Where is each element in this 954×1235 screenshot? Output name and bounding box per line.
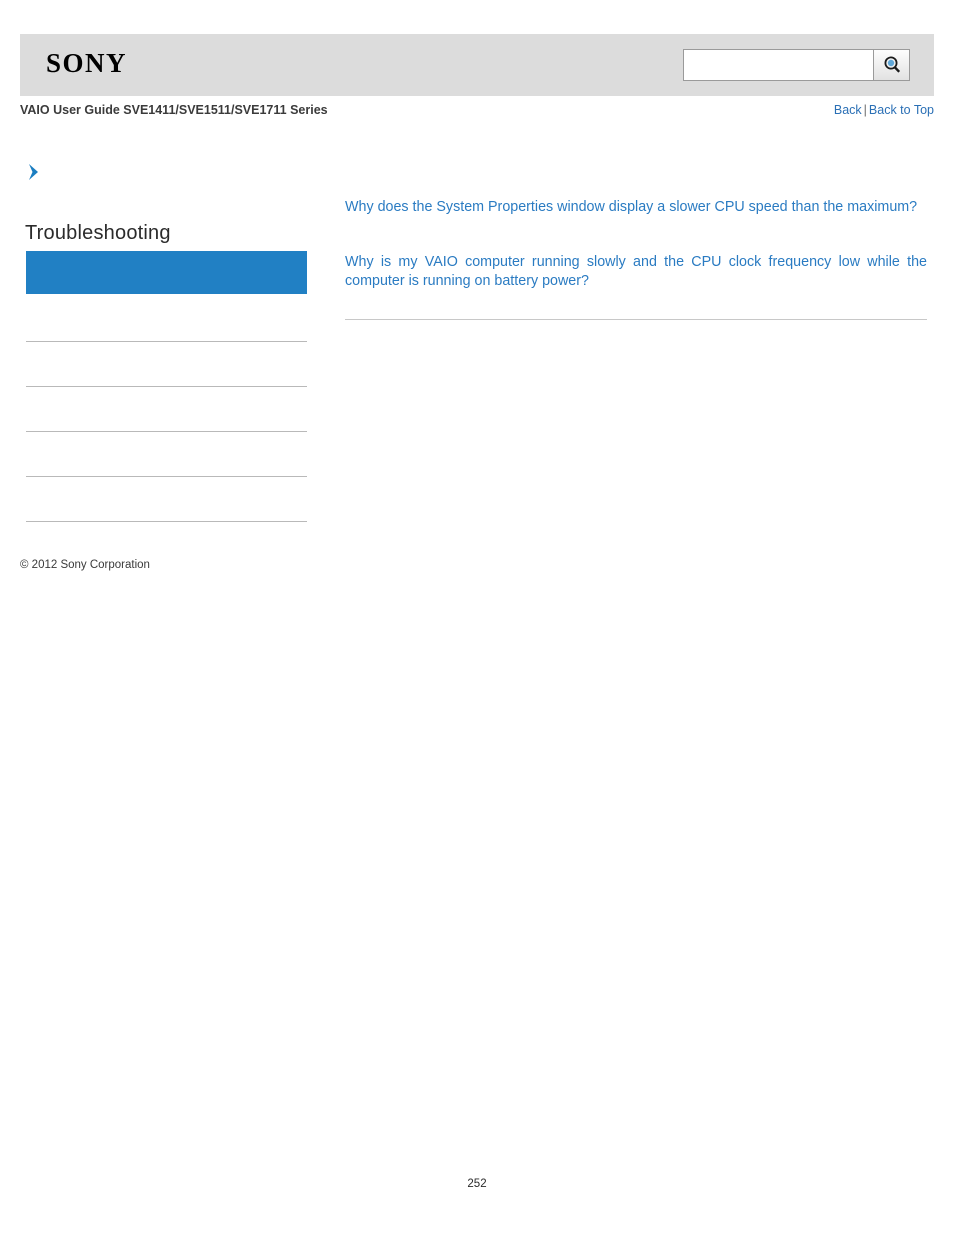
header-nav: Back | Back to Top	[834, 103, 934, 117]
faq-link-battery-clock[interactable]: Why is my VAIO computer running slowly a…	[345, 253, 927, 291]
copyright-text: © 2012 Sony Corporation	[20, 559, 150, 571]
page-number: 252	[467, 1178, 487, 1190]
back-to-top-link[interactable]: Back to Top	[869, 103, 934, 117]
search-icon	[881, 54, 903, 76]
sidebar-heading: Troubleshooting	[25, 222, 171, 244]
sidebar-divider	[26, 386, 307, 387]
search-button[interactable]	[873, 49, 910, 81]
page-header: SONY	[20, 34, 934, 96]
page-title: VAIO User Guide SVE1411/SVE1511/SVE1711 …	[20, 103, 328, 117]
chevron-right-icon[interactable]	[24, 162, 44, 182]
main-content: Why does the System Properties window di…	[345, 198, 927, 291]
faq-link-cpu-speed[interactable]: Why does the System Properties window di…	[345, 198, 927, 217]
sidebar-divider	[26, 341, 307, 342]
search-input[interactable]	[683, 49, 873, 81]
back-link[interactable]: Back	[834, 103, 862, 117]
content-divider	[345, 319, 927, 320]
sidebar-divider	[26, 476, 307, 477]
sidebar-item-active[interactable]	[26, 251, 307, 294]
search-area	[683, 49, 910, 81]
sony-logo: SONY	[46, 48, 128, 78]
nav-separator: |	[863, 103, 867, 117]
sidebar-divider	[26, 431, 307, 432]
sidebar-divider	[26, 521, 307, 522]
